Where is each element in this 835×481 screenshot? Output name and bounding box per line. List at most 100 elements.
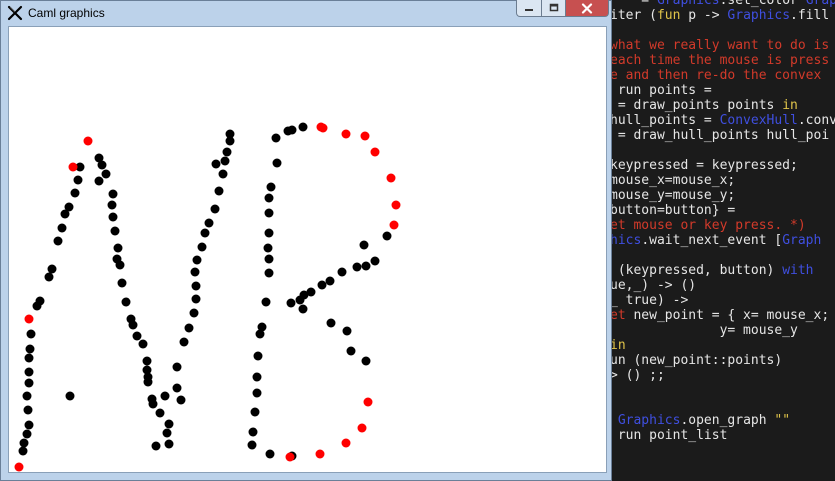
interior-point [220, 156, 230, 166]
interior-point [200, 228, 210, 238]
code-line: Graphics.open_graph "" [610, 413, 835, 428]
interior-point [352, 262, 362, 272]
code-token: run points = [610, 83, 712, 98]
interior-point [298, 304, 308, 314]
interior-point [164, 419, 174, 429]
interior-point [155, 408, 165, 418]
code-token: hics [610, 233, 642, 248]
code-token: in [610, 338, 626, 353]
interior-point [361, 261, 371, 271]
interior-point [326, 318, 336, 328]
interior-point [359, 240, 369, 250]
code-token: keypressed = keypressed; [610, 158, 798, 173]
code-line: e and then re-do the convex [610, 68, 835, 83]
interior-point [337, 267, 347, 277]
code-line: keypressed = keypressed; [610, 158, 835, 173]
interior-point [264, 254, 274, 264]
interior-point [164, 439, 174, 449]
code-token: e and then re-do the convex [610, 68, 822, 83]
code-token: p -> [680, 8, 728, 23]
interior-point [24, 353, 34, 363]
hull-point [68, 162, 78, 172]
interior-point [382, 231, 392, 241]
interior-point [306, 287, 316, 297]
interior-point [151, 441, 161, 451]
hull-point [363, 397, 373, 407]
minimize-button[interactable] [516, 0, 542, 17]
code-token: _ true) -> [610, 293, 689, 308]
caml-graphics-window[interactable]: Caml graphics [0, 0, 612, 481]
interior-point [370, 256, 380, 266]
code-line: mouse_y=mouse_y; [610, 188, 835, 203]
hull-point [389, 220, 399, 230]
hull-point [341, 438, 351, 448]
code-token: fun [656, 8, 681, 23]
points-plot [14, 122, 401, 472]
interior-point [128, 320, 138, 330]
code-token: .fill [790, 8, 830, 23]
maximize-button[interactable] [541, 0, 566, 17]
code-token: with [782, 263, 814, 278]
hull-point [285, 452, 295, 462]
interior-point [138, 339, 148, 349]
code-line: _ true) -> [610, 293, 835, 308]
hull-point [391, 200, 401, 210]
interior-point [263, 243, 273, 253]
interior-point [287, 125, 297, 135]
interior-point [317, 280, 327, 290]
interior-point [97, 160, 107, 170]
interior-point [108, 212, 118, 222]
interior-point [222, 147, 232, 157]
interior-point [252, 372, 262, 382]
title-bar[interactable]: Caml graphics [0, 0, 612, 26]
interior-point [19, 438, 29, 448]
interior-point [107, 200, 117, 210]
interior-point [23, 405, 33, 415]
interior-point [248, 427, 258, 437]
interior-point [132, 331, 142, 341]
interior-point [70, 188, 80, 198]
interior-point [261, 297, 271, 307]
code-token: each time the mouse is press [610, 53, 830, 68]
interior-point [218, 169, 228, 179]
interior-point [264, 268, 274, 278]
code-token: (keypressed, button) [610, 263, 783, 278]
interior-point [266, 182, 276, 192]
interior-point [361, 356, 371, 366]
interior-point [325, 276, 335, 286]
code-line: et mouse or key press. *) [610, 218, 835, 233]
code-token: .conv [797, 113, 835, 128]
interior-point [110, 226, 120, 236]
code-line: = draw_points points in [610, 98, 835, 113]
interior-point [24, 378, 34, 388]
code-token: = draw_hull_points hull_poi [610, 128, 830, 143]
interior-point [191, 281, 201, 291]
hull-point [316, 122, 326, 132]
hull-point [341, 129, 351, 139]
interior-point [210, 204, 220, 214]
interior-point [172, 362, 182, 372]
code-line: (keypressed, button) with [610, 263, 835, 278]
code-token: in [782, 98, 798, 113]
code-line: in [610, 338, 835, 353]
window-title: Caml graphics [28, 6, 105, 20]
code-token: button=button} = [610, 203, 736, 218]
code-line: = draw_hull_points hull_poi [610, 128, 835, 143]
interior-point [298, 122, 308, 132]
code-line: hull_points = ConvexHull.conv [610, 113, 835, 128]
interior-point [184, 323, 194, 333]
interior-point [247, 440, 257, 450]
close-button[interactable] [565, 0, 609, 17]
code-token: Graph [782, 233, 822, 248]
interior-point [264, 228, 274, 238]
code-token: mouse_y=mouse_y; [610, 188, 736, 203]
maximize-icon [549, 3, 558, 12]
interior-point [271, 133, 281, 143]
graphics-canvas[interactable] [8, 26, 607, 473]
interior-point [160, 391, 170, 401]
interior-point [192, 255, 202, 265]
